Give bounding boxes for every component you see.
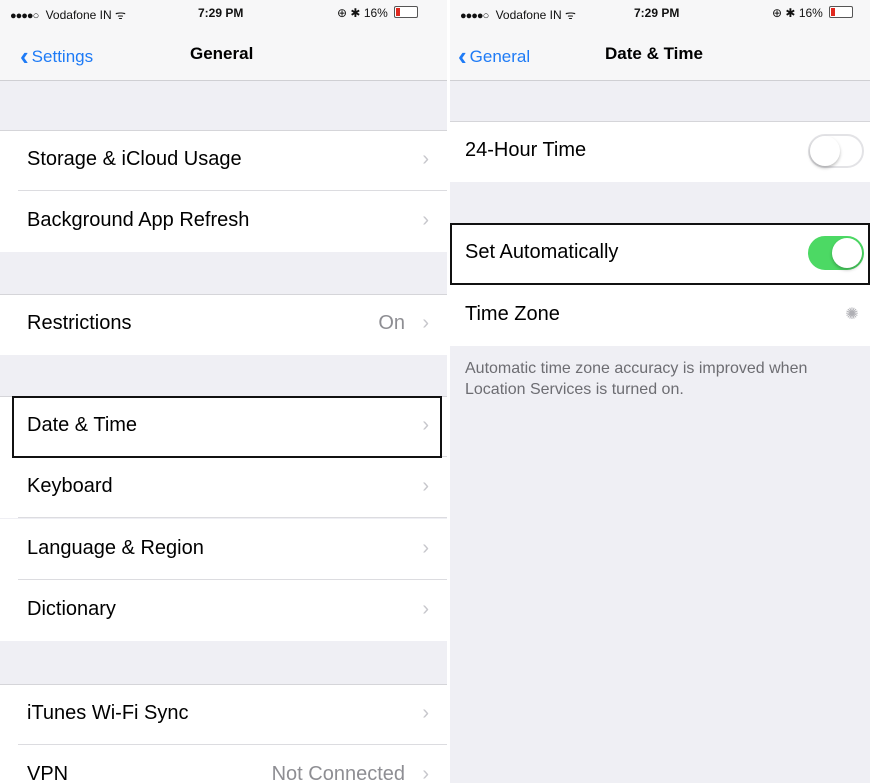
chevron-right-icon: › — [422, 312, 429, 334]
date-time-screen: ●●●●○ Vodafone IN ᯤ 7:29 PM ⊕ ✱ 16% ‹ Gen… — [450, 0, 870, 783]
row-value: On — [378, 312, 405, 334]
page-title: Date & Time — [605, 44, 703, 63]
row-time-zone[interactable]: Time Zone ✺ — [450, 285, 870, 346]
toggle-knob — [810, 136, 840, 166]
row-label: 24-Hour Time — [465, 139, 587, 161]
chevron-left-icon: ‹ — [458, 41, 467, 71]
row-keyboard[interactable]: Keyboard › — [0, 457, 447, 518]
lock-rotation-icon: ⊕ — [772, 6, 783, 20]
carrier-name: Vodafone IN — [495, 8, 562, 22]
battery-icon — [394, 6, 419, 18]
row-label: Keyboard — [27, 475, 113, 497]
row-label: Language & Region — [27, 537, 204, 559]
wifi-icon: ᯤ — [114, 8, 126, 22]
chevron-left-icon: ‹ — [20, 41, 29, 71]
status-bar: ●●●●○ Vodafone IN ᯤ 7:29 PM ⊕ ✱ 16% — [0, 0, 447, 26]
spinner-icon: ✺ — [845, 306, 859, 323]
row-label: iTunes Wi-Fi Sync — [27, 702, 189, 724]
row-background-refresh[interactable]: Background App Refresh › — [0, 191, 447, 252]
divider — [450, 121, 870, 122]
divider — [0, 294, 447, 295]
highlight-box — [450, 223, 870, 285]
carrier: ●●●●○ Vodafone IN ᯤ — [10, 6, 126, 23]
bluetooth-icon: ✱ — [350, 6, 361, 20]
row-storage[interactable]: Storage & iCloud Usage › — [0, 130, 447, 191]
chevron-right-icon: › — [422, 763, 429, 783]
signal-icon: ●●●●○ — [10, 10, 39, 22]
row-restrictions[interactable]: Restrictions On › — [0, 294, 447, 355]
chevron-right-icon: › — [422, 537, 429, 559]
24-hour-toggle[interactable] — [808, 134, 864, 168]
chevron-right-icon: › — [422, 702, 429, 724]
row-itunes-wifi-sync[interactable]: iTunes Wi-Fi Sync › — [0, 684, 447, 745]
row-label: VPN — [27, 763, 69, 783]
row-language-region[interactable]: Language & Region › — [0, 519, 447, 580]
row-vpn[interactable]: VPN Not Connected › — [0, 745, 447, 783]
time-zone-footer: Automatic time zone accuracy is improved… — [465, 360, 808, 398]
lock-rotation-icon: ⊕ — [337, 6, 348, 20]
status-right: ⊕ ✱ 16% — [337, 6, 419, 20]
page-title: General — [190, 44, 254, 63]
back-label: General — [469, 47, 531, 66]
back-button[interactable]: ‹ Settings — [20, 41, 93, 72]
nav-bar: ‹ General Date & Time — [450, 26, 870, 81]
row-label: Dictionary — [27, 598, 116, 620]
battery-percent: 16% — [363, 6, 388, 20]
row-label: Storage & iCloud Usage — [27, 148, 242, 170]
status-time: 7:29 PM — [634, 6, 680, 20]
highlight-box — [12, 396, 442, 458]
row-label: Time Zone — [465, 303, 560, 325]
carrier-name: Vodafone IN — [45, 8, 112, 22]
battery-icon — [829, 6, 854, 18]
divider — [0, 684, 447, 685]
chevron-right-icon: › — [422, 598, 429, 620]
screens: ●●●●○ Vodafone IN ᯤ 7:29 PM ⊕ ✱ 16% ‹ Set… — [0, 0, 870, 783]
chevron-right-icon: › — [422, 475, 429, 497]
status-right: ⊕ ✱ 16% — [772, 6, 854, 20]
carrier: ●●●●○ Vodafone IN ᯤ — [460, 6, 576, 23]
back-label: Settings — [31, 47, 94, 66]
wifi-icon: ᯤ — [564, 8, 576, 22]
divider — [18, 517, 447, 518]
bluetooth-icon: ✱ — [785, 6, 796, 20]
chevron-right-icon: › — [422, 148, 429, 170]
row-label: Background App Refresh — [27, 209, 250, 231]
nav-bar: ‹ Settings General — [0, 26, 447, 81]
divider — [0, 130, 447, 131]
back-button[interactable]: ‹ General — [458, 41, 530, 72]
row-24-hour-time: 24-Hour Time — [450, 121, 870, 182]
status-time: 7:29 PM — [198, 6, 244, 20]
status-bar: ●●●●○ Vodafone IN ᯤ 7:29 PM ⊕ ✱ 16% — [450, 0, 870, 26]
row-dictionary[interactable]: Dictionary › — [0, 580, 447, 641]
chevron-right-icon: › — [422, 209, 429, 231]
row-label: Restrictions — [27, 312, 132, 334]
battery-percent: 16% — [798, 6, 823, 20]
row-value: Not Connected — [271, 763, 405, 783]
signal-icon: ●●●●○ — [460, 10, 489, 22]
general-screen: ●●●●○ Vodafone IN ᯤ 7:29 PM ⊕ ✱ 16% ‹ Set… — [0, 0, 447, 783]
